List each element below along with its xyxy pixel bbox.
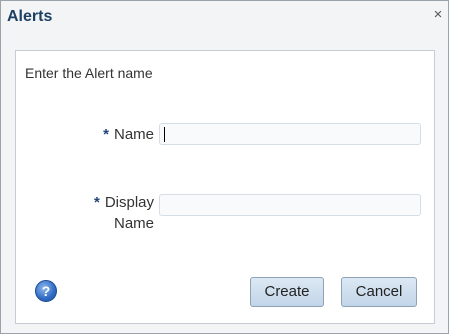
prompt-text: Enter the Alert name	[25, 65, 153, 81]
cancel-button[interactable]: Cancel	[341, 277, 417, 307]
text-caret	[164, 127, 165, 142]
dialog-titlebar: Alerts ×	[1, 1, 448, 35]
name-label: * Name	[103, 124, 154, 145]
required-marker: *	[103, 126, 109, 143]
create-button[interactable]: Create	[250, 277, 324, 307]
display-name-label-line2: Name	[113, 215, 154, 232]
display-name-label-line1: Display	[104, 194, 154, 211]
required-marker: *	[93, 194, 100, 211]
display-name-label: * Display Name	[94, 192, 154, 234]
name-label-text: Name	[113, 126, 154, 143]
dialog-title: Alerts	[7, 8, 53, 25]
name-input[interactable]	[159, 123, 421, 145]
help-icon[interactable]: ?	[35, 280, 57, 302]
alerts-dialog: Alerts × Enter the Alert name * Name * Dis…	[0, 0, 449, 334]
close-icon[interactable]: ×	[430, 5, 446, 25]
display-name-input[interactable]	[159, 194, 421, 216]
dialog-content: Enter the Alert name * Name * Display Name…	[15, 50, 435, 324]
